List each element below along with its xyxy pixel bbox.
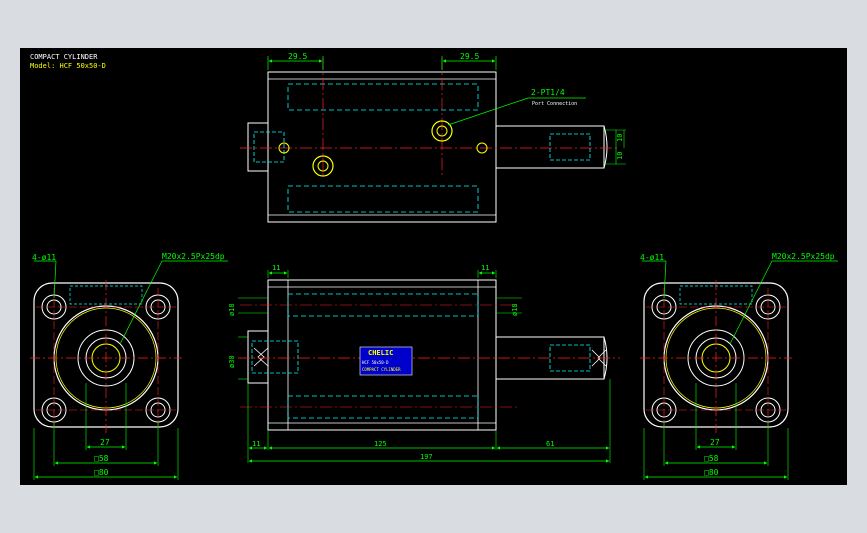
nameplate-line2: COMPACT CYLINDER	[362, 367, 401, 372]
front-dim-197: 197	[420, 453, 433, 461]
right-dim-27: 27	[710, 438, 720, 447]
right-view: 4-ø11 M20x2.5Px25dp 27 □58 □80	[640, 252, 838, 480]
front-dim-125: 125	[374, 440, 387, 448]
title-line1: COMPACT CYLINDER	[30, 53, 98, 61]
title-line2: Model: HCF 50x50-D	[30, 62, 106, 70]
top-body-outline	[267, 71, 497, 223]
nameplate-line1: HCF 50x50-D	[362, 360, 389, 365]
right-dim-80: □80	[704, 468, 719, 477]
left-dim-58: □58	[94, 454, 109, 463]
cad-drawing: COMPACT CYLINDER Model: HCF 50x50-D 29.5	[30, 52, 838, 480]
left-hole-label: 4-ø11	[32, 253, 56, 262]
right-dim-58: □58	[704, 454, 719, 463]
top-side-dim-b: 10	[616, 152, 624, 160]
left-view: 4-ø11 M20x2.5Px25dp 27 □58 □80	[30, 252, 228, 480]
left-dim-27: 27	[100, 438, 110, 447]
front-dim-top-right: 11	[481, 264, 489, 272]
left-thread-label: M20x2.5Px25dp	[162, 252, 225, 261]
right-hole-label: 4-ø11	[640, 253, 664, 262]
front-dia-rod: ø30	[228, 355, 236, 368]
top-side-dim-a: 10	[616, 134, 624, 142]
top-dim-right: 29.5	[460, 52, 479, 61]
right-thread-label: M20x2.5Px25dp	[772, 252, 835, 261]
front-dim-top-left: 11	[272, 264, 280, 272]
front-dim-61: 61	[546, 440, 554, 448]
front-dia-right: ø18	[511, 303, 519, 316]
top-dim-left: 29.5	[288, 52, 307, 61]
left-dim-80: □80	[94, 468, 109, 477]
port-label: 2-PT1/4	[531, 88, 565, 97]
front-view: CHELIC HCF 50x50-D COMPACT CYLINDER 11 1…	[228, 264, 620, 463]
drawing-canvas: COMPACT CYLINDER Model: HCF 50x50-D 29.5	[20, 48, 847, 485]
front-dia-left: ø18	[228, 303, 236, 316]
top-view: 29.5 29.5 2-PT1/4 Port Connection 10 10	[240, 52, 626, 223]
front-dim-11: 11	[252, 440, 260, 448]
nameplate-brand: CHELIC	[368, 349, 393, 357]
port-sublabel: Port Connection	[532, 101, 577, 107]
